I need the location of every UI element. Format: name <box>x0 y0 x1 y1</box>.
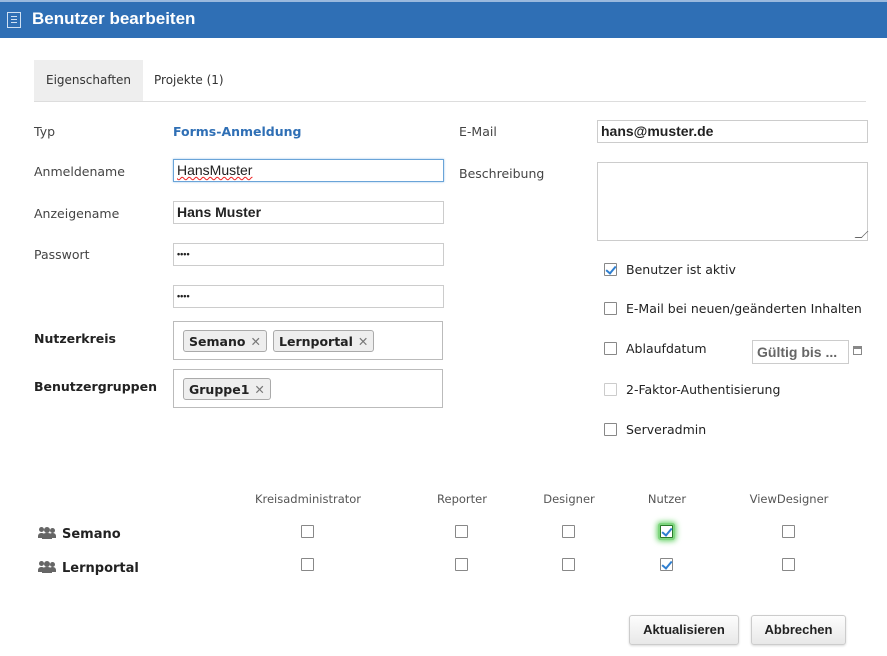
col-viewdesigner: ViewDesigner <box>749 492 829 506</box>
semano-designer-checkbox[interactable] <box>562 525 575 538</box>
tab-bar: Eigenschaften Projekte (1) <box>34 60 866 102</box>
calendar-icon[interactable] <box>853 346 862 355</box>
beschreibung-textarea[interactable] <box>597 162 869 241</box>
title-bar: Benutzer bearbeiten <box>0 0 887 38</box>
anzeigename-input[interactable]: Hans Muster <box>173 201 444 224</box>
benutzergruppen-label: Benutzergruppen <box>34 379 157 394</box>
semano-reporter-checkbox[interactable] <box>455 525 468 538</box>
chip-semano: Semano ✕ <box>183 330 267 352</box>
benutzergruppen-select[interactable]: Gruppe1 ✕ <box>173 369 443 408</box>
aktiv-checkbox[interactable] <box>604 263 617 276</box>
passwort-label: Passwort <box>34 247 90 262</box>
anmeldename-input[interactable]: HansMuster <box>173 159 444 182</box>
semano-kreisadministrator-checkbox[interactable] <box>301 525 314 538</box>
twofa-checkbox <box>604 383 617 396</box>
col-reporter: Reporter <box>437 492 487 506</box>
lernportal-kreisadministrator-checkbox[interactable] <box>301 558 314 571</box>
remove-icon[interactable]: ✕ <box>254 382 264 397</box>
col-kreisadministrator: Kreisadministrator <box>254 492 362 506</box>
remove-icon[interactable]: ✕ <box>358 334 368 349</box>
ablaufdatum-checkbox[interactable] <box>604 342 617 355</box>
users-icon <box>38 527 56 539</box>
semano-viewdesigner-checkbox[interactable] <box>782 525 795 538</box>
nutzerkreis-label: Nutzerkreis <box>34 331 116 346</box>
passwort-confirm-input[interactable]: •••• <box>173 285 444 308</box>
typ-value: Forms-Anmeldung <box>173 124 302 139</box>
twofa-label: 2-Faktor-Authentisierung <box>626 382 781 397</box>
ablaufdatum-label: Ablaufdatum <box>626 341 707 356</box>
tab-projekte[interactable]: Projekte (1) <box>142 60 236 101</box>
abbrechen-button[interactable]: Abbrechen <box>751 615 846 645</box>
window-icon <box>7 12 21 28</box>
lernportal-nutzer-checkbox[interactable] <box>660 558 673 571</box>
email-notify-checkbox[interactable] <box>604 302 617 315</box>
lernportal-reporter-checkbox[interactable] <box>455 558 468 571</box>
email-notify-label: E-Mail bei neuen/geänderten Inhalten <box>626 301 862 316</box>
email-label: E-Mail <box>459 124 497 139</box>
tab-eigenschaften[interactable]: Eigenschaften <box>34 60 144 101</box>
col-designer: Designer <box>543 492 595 506</box>
passwort-input[interactable]: •••• <box>173 243 444 266</box>
row-label-lernportal: Lernportal <box>62 561 139 576</box>
col-nutzer: Nutzer <box>647 492 687 506</box>
window-title: Benutzer bearbeiten <box>32 9 196 28</box>
typ-label: Typ <box>34 124 56 139</box>
serveradmin-label: Serveradmin <box>626 422 707 437</box>
lernportal-viewdesigner-checkbox[interactable] <box>782 558 795 571</box>
anzeigename-label: Anzeigename <box>34 206 120 221</box>
email-input[interactable]: hans@muster.de <box>597 120 868 143</box>
resize-handle[interactable] <box>854 231 869 238</box>
semano-nutzer-checkbox[interactable] <box>660 525 673 538</box>
serveradmin-checkbox[interactable] <box>604 423 617 436</box>
users-icon <box>38 561 56 573</box>
nutzerkreis-select[interactable]: Semano ✕ Lernportal ✕ <box>173 321 443 360</box>
anmeldename-value: HansMuster <box>177 162 253 178</box>
aktualisieren-button[interactable]: Aktualisieren <box>629 615 739 645</box>
gueltig-bis-input[interactable]: Gültig bis ... <box>752 340 849 364</box>
chip-gruppe1: Gruppe1 ✕ <box>183 378 271 400</box>
aktiv-label: Benutzer ist aktiv <box>626 262 736 277</box>
beschreibung-label: Beschreibung <box>459 166 545 181</box>
anmeldename-label: Anmeldename <box>34 164 125 179</box>
remove-icon[interactable]: ✕ <box>250 334 260 349</box>
chip-lernportal: Lernportal ✕ <box>273 330 375 352</box>
lernportal-designer-checkbox[interactable] <box>562 558 575 571</box>
row-label-semano: Semano <box>62 527 121 542</box>
